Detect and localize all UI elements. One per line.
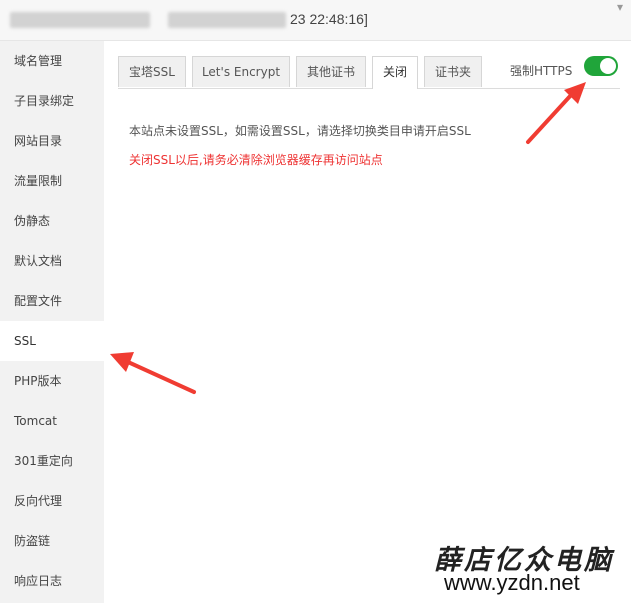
watermark-url: www.yzdn.net (444, 570, 580, 595)
sidebar-item-config-file[interactable]: 配置文件 (0, 281, 104, 321)
tab-lets-encrypt[interactable]: Let's Encrypt (192, 56, 290, 87)
ssl-warning-message: 关闭SSL以后,请务必清除浏览器缓存再访问站点 (129, 153, 383, 167)
close-icon[interactable]: ▾ (617, 0, 623, 14)
redacted-title-part (10, 12, 150, 28)
tab-baota-ssl[interactable]: 宝塔SSL (118, 56, 186, 87)
tab-cert-folder[interactable]: 证书夹 (424, 56, 482, 87)
redacted-title-part (168, 12, 286, 28)
sidebar-item-301-redirect[interactable]: 301重定向 (0, 441, 104, 481)
sidebar: 域名管理 子目录绑定 网站目录 流量限制 伪静态 默认文档 配置文件 SSL P… (0, 41, 104, 603)
sidebar-item-hotlink[interactable]: 防盗链 (0, 521, 104, 561)
sidebar-item-reverse-proxy[interactable]: 反向代理 (0, 481, 104, 521)
sidebar-item-rewrite[interactable]: 伪静态 (0, 201, 104, 241)
sidebar-item-traffic-limit[interactable]: 流量限制 (0, 161, 104, 201)
force-https-toggle[interactable] (584, 56, 618, 76)
sidebar-item-response-log[interactable]: 响应日志 (0, 561, 104, 601)
sidebar-item-site-dir[interactable]: 网站目录 (0, 121, 104, 161)
annotation-arrow-toggle (526, 82, 586, 144)
force-https-label: 强制HTTPS (510, 64, 573, 78)
ssl-status-message: 本站点未设置SSL，如需设置SSL，请选择切换类目申请开启SSL (129, 124, 471, 138)
title-bar: 23 22:48:16] ▾ (0, 0, 631, 41)
toggle-knob (600, 58, 616, 74)
sidebar-item-tomcat[interactable]: Tomcat (0, 401, 104, 441)
tab-close[interactable]: 关闭 (372, 56, 418, 89)
sidebar-item-ssl[interactable]: SSL (0, 321, 104, 361)
annotation-arrow-ssl (110, 352, 196, 394)
sidebar-item-domain[interactable]: 域名管理 (0, 41, 104, 81)
sidebar-item-default-doc[interactable]: 默认文档 (0, 241, 104, 281)
sidebar-item-subdir[interactable]: 子目录绑定 (0, 81, 104, 121)
title-timestamp: 23 22:48:16] (290, 11, 368, 27)
sidebar-item-php-version[interactable]: PHP版本 (0, 361, 104, 401)
tab-other-cert[interactable]: 其他证书 (296, 56, 366, 87)
